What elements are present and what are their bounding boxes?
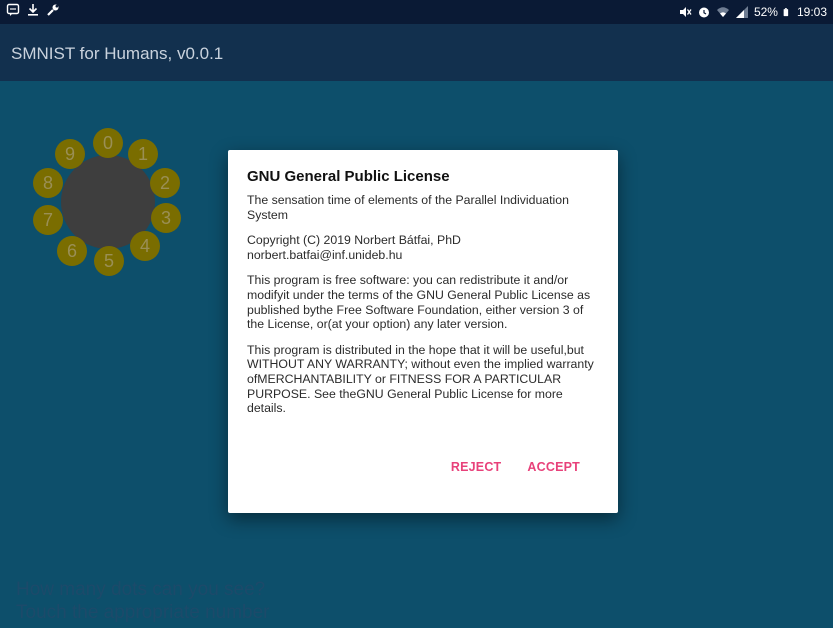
clock: 19:03 bbox=[796, 5, 827, 19]
dialog-paragraph-free-software: This program is free software: you can r… bbox=[247, 273, 591, 332]
digit-button-3[interactable]: 3 bbox=[151, 203, 181, 233]
signal-icon bbox=[735, 6, 748, 18]
accept-button[interactable]: ACCEPT bbox=[527, 460, 580, 474]
reject-button[interactable]: REJECT bbox=[451, 460, 502, 474]
app-screen: 52% 19:03 SMNIST for Humans, v0.0.1 0 1 … bbox=[0, 0, 833, 628]
prompt-line-1: How many dots can you see? bbox=[16, 579, 266, 600]
dialog-paragraph-copyright: Copyright (C) 2019 Norbert Bátfai, PhD n… bbox=[247, 233, 461, 262]
battery-percent: 52% bbox=[753, 5, 778, 19]
app-bar: SMNIST for Humans, v0.0.1 bbox=[0, 24, 833, 81]
digit-button-4[interactable]: 4 bbox=[130, 231, 160, 261]
wrench-icon bbox=[47, 4, 59, 16]
digit-button-5[interactable]: 5 bbox=[94, 246, 124, 276]
wifi-icon bbox=[716, 7, 729, 17]
dialog-paragraph-warranty: This program is distributed in the hope … bbox=[247, 342, 594, 416]
chat-icon bbox=[6, 3, 20, 16]
digit-button-9[interactable]: 9 bbox=[55, 139, 85, 169]
digit-button-6[interactable]: 6 bbox=[57, 236, 87, 266]
number-wheel: 0 1 2 3 4 5 6 7 8 9 bbox=[30, 128, 190, 278]
alarm-icon bbox=[698, 7, 709, 18]
download-icon bbox=[28, 4, 38, 16]
instruction-prompt: How many dots can you see? Touch the app… bbox=[16, 578, 270, 624]
license-dialog: GNU General Public License The sensation… bbox=[228, 150, 618, 513]
dialog-paragraph-description: The sensation time of elements of the Pa… bbox=[247, 193, 569, 222]
digit-button-8[interactable]: 8 bbox=[33, 168, 63, 198]
digit-button-2[interactable]: 2 bbox=[150, 168, 180, 198]
status-bar: 52% 19:03 bbox=[0, 0, 833, 24]
app-title: SMNIST for Humans, v0.0.1 bbox=[11, 44, 224, 63]
digit-button-1[interactable]: 1 bbox=[128, 139, 158, 169]
digit-button-0[interactable]: 0 bbox=[93, 128, 123, 158]
dialog-actions: REJECT ACCEPT bbox=[451, 460, 580, 474]
mute-icon bbox=[679, 7, 692, 17]
digit-button-7[interactable]: 7 bbox=[33, 205, 63, 235]
battery-icon bbox=[783, 8, 789, 17]
prompt-line-2: Touch the appropriate number bbox=[16, 602, 270, 623]
dialog-title: GNU General Public License bbox=[247, 168, 450, 185]
